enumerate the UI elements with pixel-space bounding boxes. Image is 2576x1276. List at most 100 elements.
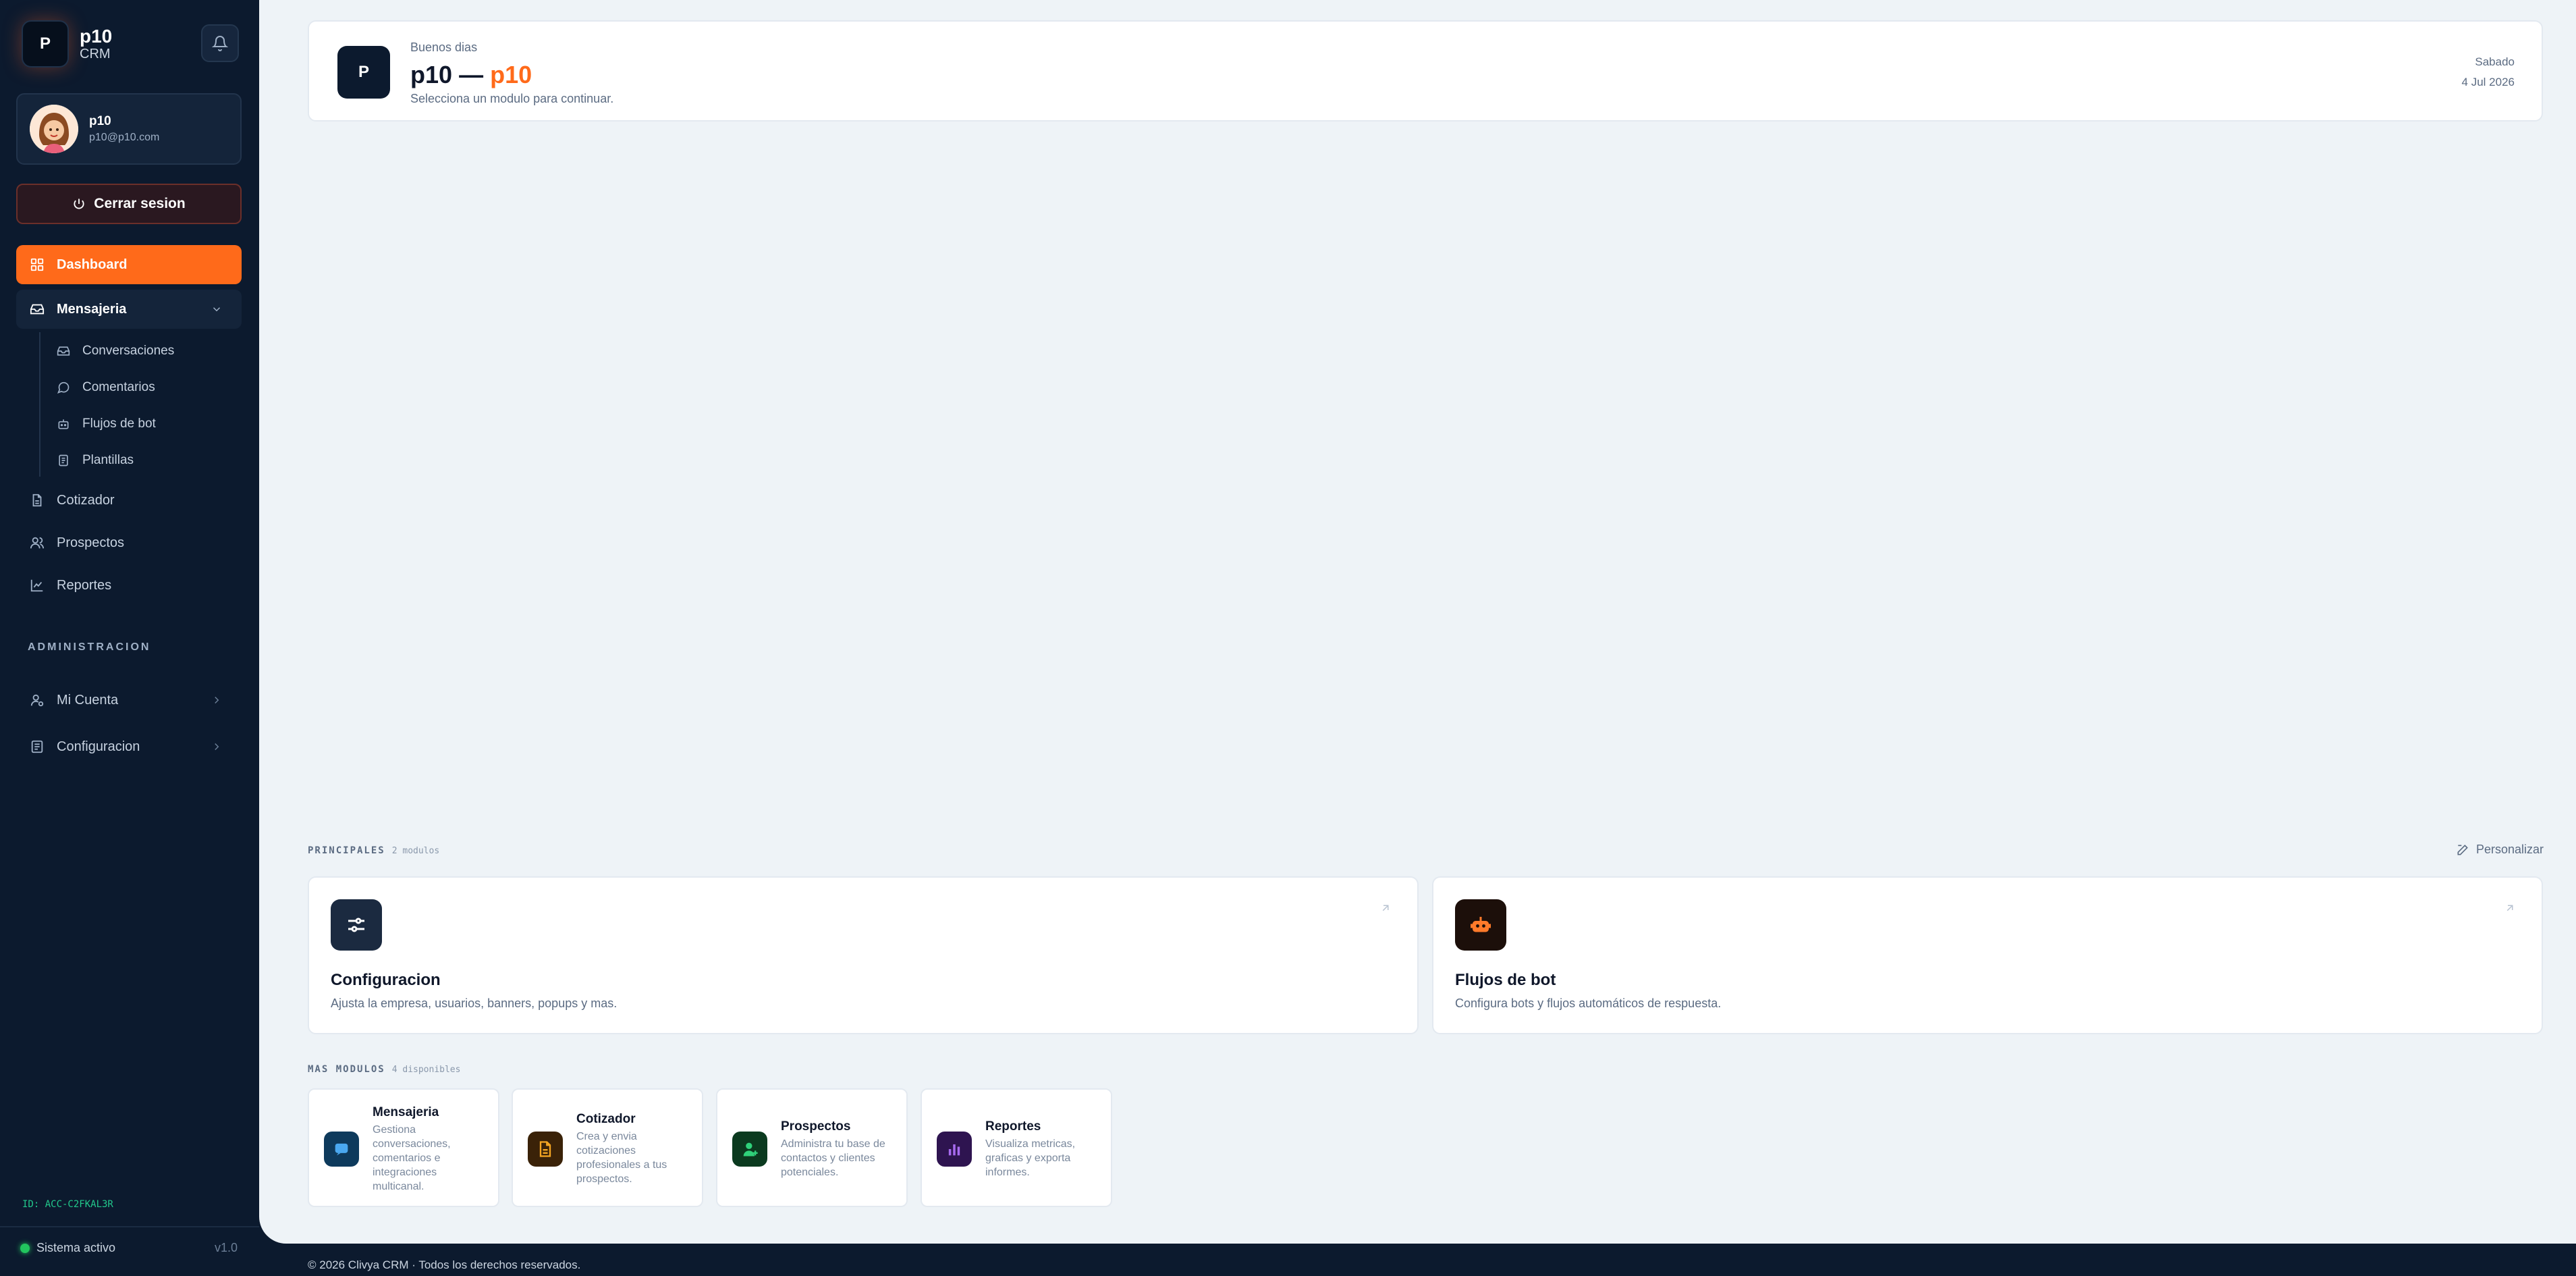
user-card[interactable]: p10 p10@p10.com [16,93,242,165]
brand[interactable]: P p10 CRM [22,20,112,68]
sidebar-item-label: Mi Cuenta [57,692,119,708]
sidebar-item-reportes[interactable]: Reportes [16,566,242,605]
sidebar-item-label: Configuracion [57,739,140,754]
edit-icon [2457,844,2468,855]
user-gear-icon [30,694,44,707]
sidebar-item-comentarios[interactable]: Comentarios [57,374,155,401]
mas-modulos-title: MAS MODULOS [308,1064,385,1075]
title-separator: — [459,61,484,88]
personalize-button[interactable]: Personalizar [2456,843,2544,857]
user-plus-icon [732,1132,767,1167]
principales-count: 2 modulos [391,846,440,856]
module-card-reportes[interactable]: Reportes Visualiza metricas, graficas y … [921,1088,1112,1207]
module-card-mensajeria[interactable]: Mensajeria Gestiona conversaciones, come… [308,1088,499,1207]
sidebar-item-plantillas[interactable]: Plantillas [57,447,134,474]
logout-button[interactable]: Cerrar sesion [16,184,242,224]
chevron-right-icon [215,743,219,751]
weekday-label: Sabado [2475,55,2515,68]
title-accent: p10 [490,61,532,88]
module-title: Mensajeria [373,1105,439,1119]
sidebar-item-label: Conversaciones [82,344,175,358]
module-description: Crea y envia cotizaciones profesionales … [576,1131,667,1185]
sidebar-item-flujos[interactable]: Flujos de bot [57,410,156,437]
user-name: p10 [89,114,111,128]
document-icon [59,454,68,467]
bot-icon [58,419,69,429]
sidebar-item-dashboard[interactable]: Dashboard [16,245,242,284]
principales-title: PRINCIPALES [308,845,385,856]
bar-chart-icon [937,1132,972,1167]
arrow-up-right-icon [1379,902,1392,918]
bot-icon [1455,899,1506,951]
arrow-up-right-icon [2504,902,2516,918]
settings-doc-icon [31,740,43,753]
status-bar: Sistema activo v1.0 [0,1226,259,1276]
module-card-configuracion[interactable]: Configuracion Ajusta la empresa, usuario… [308,876,1419,1034]
module-title: Flujos de bot [1455,971,1556,989]
file-icon [528,1132,563,1167]
personalize-label: Personalizar [2475,843,2544,856]
page-title: p10 — p10 [410,61,532,89]
sidebar-item-label: Reportes [57,577,112,593]
sidebar-item-mi-cuenta[interactable]: Mi Cuenta [16,681,242,720]
module-description: Ajusta la empresa, usuarios, banners, po… [331,996,618,1010]
title-main: p10 [410,61,453,88]
brand-logo: P [22,20,69,68]
notifications-button[interactable] [201,24,239,62]
status-text: Sistema activo [36,1241,116,1254]
comment-icon [57,381,70,394]
main-content [259,0,2576,1244]
bell-icon [212,36,228,51]
users-icon [30,537,45,549]
sidebar-item-mensajeria[interactable]: Mensajeria [16,290,242,329]
account-id: ID: ACC-C2FKAL3R [22,1199,113,1210]
sidebar-item-prospectos[interactable]: Prospectos [16,523,242,562]
sidebar-item-label: Dashboard [57,257,128,272]
user-email: p10@p10.com [89,132,160,143]
module-card-flujos-de-bot[interactable]: Flujos de bot Configura bots y flujos au… [1432,876,2543,1034]
chevron-right-icon [215,696,219,704]
logout-label: Cerrar sesion [94,196,186,211]
grid-icon [30,258,44,271]
greeting: Buenos dias [410,41,478,54]
avatar [30,105,78,153]
sidebar-item-label: Mensajeria [57,301,127,317]
power-icon [74,198,84,209]
sidebar: P p10 CRM p10 p10@p10.com Cerrar sesion [0,0,259,1275]
module-description: Configura bots y flujos automáticos de r… [1455,996,1722,1010]
module-card-prospectos[interactable]: Prospectos Administra tu base de contact… [716,1088,908,1207]
status-dot-icon [20,1244,30,1253]
sidebar-item-cotizador[interactable]: Cotizador [16,481,242,520]
chart-line-icon [30,579,43,592]
file-icon [32,494,42,507]
sidebar-item-label: Prospectos [57,535,125,550]
principales-label: PRINCIPALES 2 modulos [308,845,439,856]
sidebar-item-configuracion[interactable]: Configuracion [16,727,242,766]
company-logo: P [337,46,390,99]
module-description: Gestiona conversaciones, comentarios e i… [373,1123,451,1192]
footer-copyright: © 2026 Clivya CRM · Todos los derechos r… [308,1258,581,1271]
admin-section-label: ADMINISTRACION [28,641,151,653]
module-title: Prospectos [781,1119,851,1134]
submenu-guide [39,332,40,477]
sidebar-item-label: Cotizador [57,492,115,508]
module-title: Reportes [985,1119,1041,1134]
welcome-header: P Buenos dias p10 — p10 Selecciona un mo… [308,20,2543,122]
sidebar-item-conversaciones[interactable]: Conversaciones [57,338,174,365]
version-label: v1.0 [214,1241,238,1254]
sidebar-item-label: Comentarios [82,380,155,394]
module-description: Visualiza metricas, graficas y exporta i… [985,1138,1076,1178]
inbox-icon [57,346,70,356]
module-card-cotizador[interactable]: Cotizador Crea y envia cotizaciones prof… [512,1088,703,1207]
sidebar-item-label: Flujos de bot [82,417,156,431]
mas-modulos-count: 4 disponibles [391,1065,461,1075]
mas-modulos-label: MAS MODULOS 4 disponibles [308,1064,460,1075]
sidebar-item-label: Plantillas [82,453,134,467]
module-title: Configuracion [331,971,441,989]
brand-name: p10 [80,26,113,47]
chat-icon [324,1132,359,1167]
chevron-down-icon [213,307,221,312]
brand-subtitle: CRM [80,47,111,61]
sliders-icon [331,899,382,951]
page-subtitle: Selecciona un modulo para continuar. [410,92,614,105]
